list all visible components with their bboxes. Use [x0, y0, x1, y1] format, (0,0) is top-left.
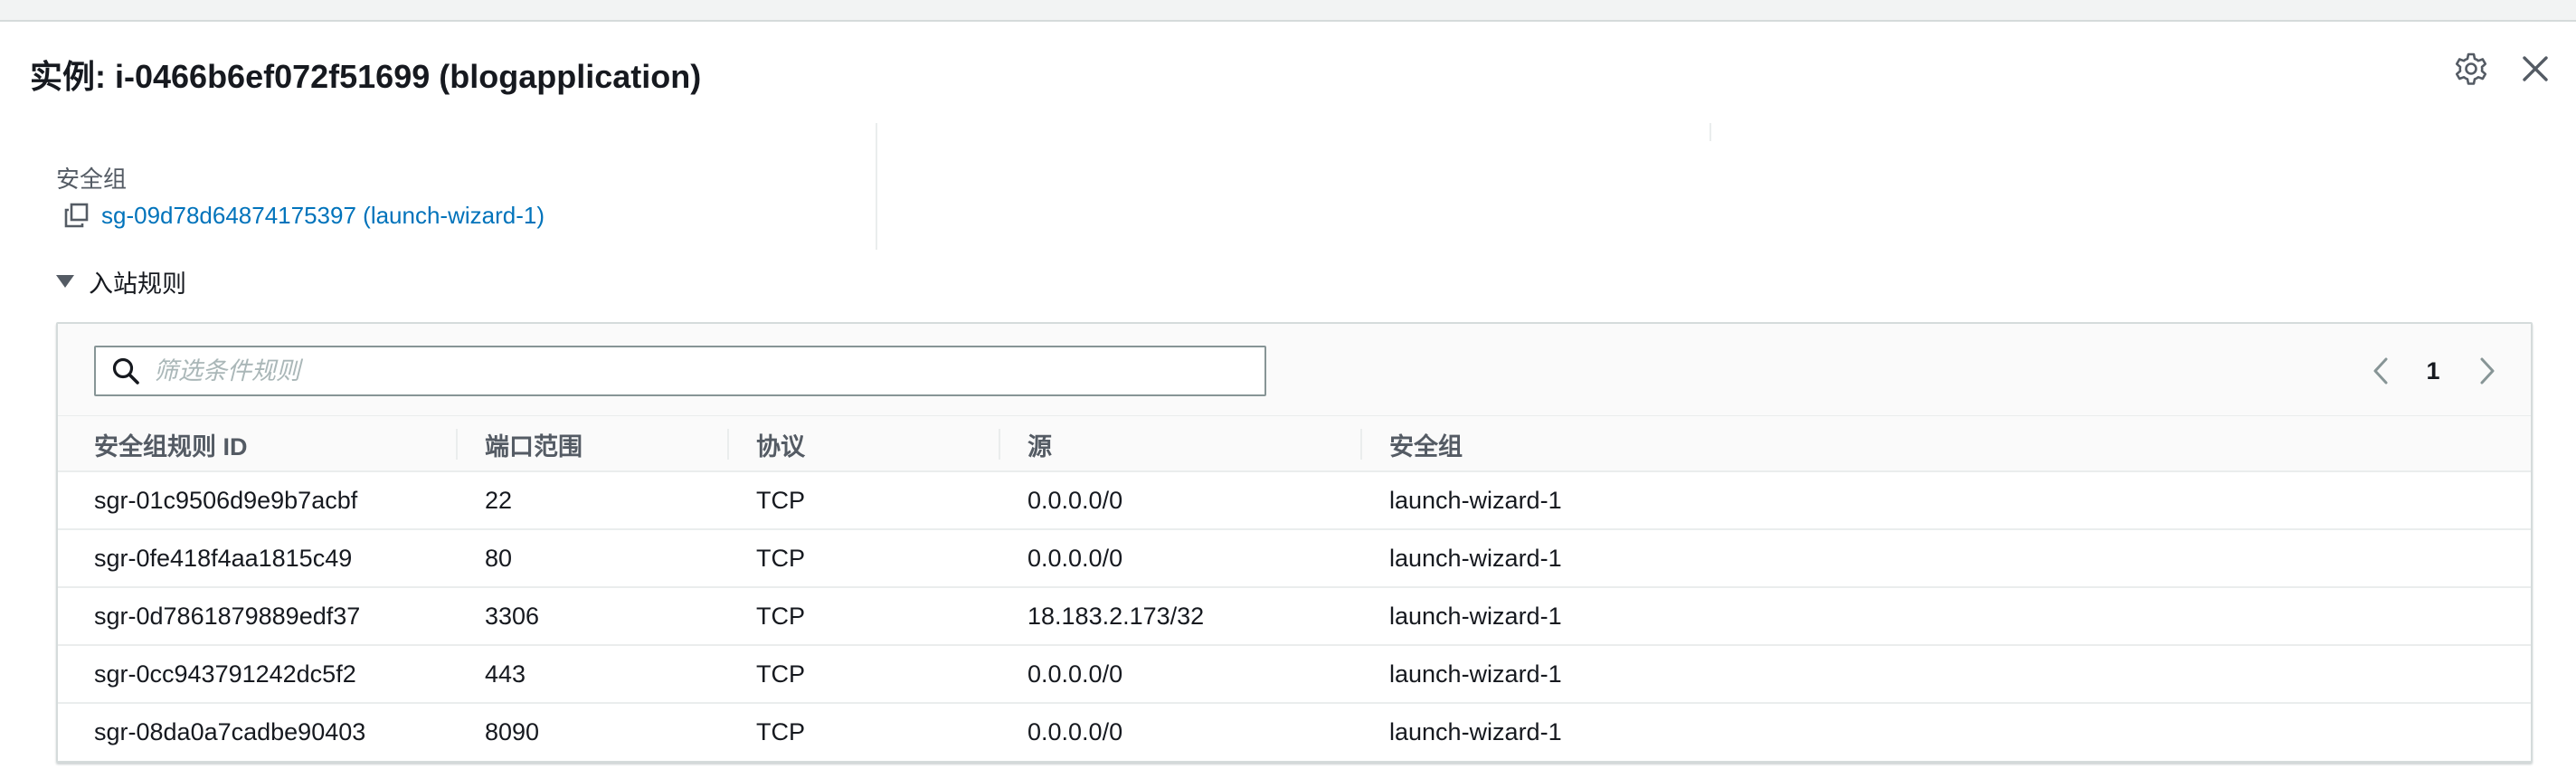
- port-range-cell: 80: [485, 544, 513, 572]
- rule-id-cell: sgr-0cc943791242dc5f2: [94, 660, 356, 688]
- port-range-cell: 8090: [485, 717, 540, 745]
- protocol-cell: TCP: [756, 602, 805, 630]
- table-row: sgr-0fe418f4aa1815c49 80 TCP 0.0.0.0/0 l…: [58, 530, 2531, 588]
- rule-id-cell: sgr-08da0a7cadbe90403: [94, 717, 366, 745]
- security-group-cell: launch-wizard-1: [1389, 602, 1562, 630]
- column-resizer[interactable]: [1360, 429, 1362, 460]
- column-header-protocol[interactable]: 协议: [756, 416, 805, 472]
- table-row: sgr-0d7861879889edf37 3306 TCP 18.183.2.…: [58, 588, 2531, 646]
- security-group-cell: launch-wizard-1: [1389, 544, 1562, 572]
- security-group-cell: launch-wizard-1: [1389, 717, 1562, 745]
- gear-icon: [2455, 52, 2487, 85]
- page-number[interactable]: 1: [2415, 347, 2451, 394]
- table-row: sgr-0cc943791242dc5f2 443 TCP 0.0.0.0/0 …: [58, 646, 2531, 704]
- source-cell: 0.0.0.0/0: [1028, 717, 1123, 745]
- column-header-rule-id[interactable]: 安全组规则 ID: [94, 416, 248, 472]
- inbound-rules-toggle[interactable]: 入站规则: [56, 266, 186, 298]
- table-header: 安全组规则 ID 端口范围 协议 源 安全组: [58, 416, 2531, 472]
- protocol-cell: TCP: [756, 660, 805, 688]
- prev-page-button[interactable]: [2366, 347, 2397, 394]
- port-range-cell: 443: [485, 660, 526, 688]
- copy-icon[interactable]: [63, 202, 90, 229]
- rule-id-cell: sgr-01c9506d9e9b7acbf: [94, 486, 358, 514]
- security-group-label: 安全组: [56, 166, 128, 193]
- settings-button[interactable]: [2453, 51, 2489, 87]
- column-resizer[interactable]: [999, 429, 1000, 460]
- column-header-port-range[interactable]: 端口范围: [485, 416, 582, 472]
- table-row: sgr-08da0a7cadbe90403 8090 TCP 0.0.0.0/0…: [58, 704, 2531, 762]
- top-strip: [0, 0, 2576, 22]
- rule-id-cell: sgr-0fe418f4aa1815c49: [94, 544, 353, 572]
- caret-down-icon: [56, 275, 74, 288]
- source-cell: 18.183.2.173/32: [1028, 602, 1205, 630]
- protocol-cell: TCP: [756, 717, 805, 745]
- security-group-cell: launch-wizard-1: [1389, 660, 1562, 688]
- page-title: 实例: i-0466b6ef072f51699 (blogapplication…: [30, 58, 702, 95]
- column-header-source[interactable]: 源: [1028, 416, 1052, 472]
- column-divider: [876, 123, 877, 250]
- chevron-right-icon: [2480, 357, 2495, 384]
- column-resizer[interactable]: [456, 429, 458, 460]
- source-cell: 0.0.0.0/0: [1028, 544, 1123, 572]
- chevron-left-icon: [2373, 357, 2388, 384]
- next-page-button[interactable]: [2471, 347, 2502, 394]
- inbound-rules-table: 1 安全组规则 ID 端口范围 协议 源 安全组 sgr-01c9506d9e9…: [56, 322, 2533, 763]
- table-row: sgr-01c9506d9e9b7acbf 22 TCP 0.0.0.0/0 l…: [58, 472, 2531, 530]
- protocol-cell: TCP: [756, 486, 805, 514]
- table-body: sgr-01c9506d9e9b7acbf 22 TCP 0.0.0.0/0 l…: [58, 472, 2531, 762]
- security-group-cell: launch-wizard-1: [1389, 486, 1562, 514]
- table-toolbar: 1: [58, 324, 2531, 416]
- protocol-cell: TCP: [756, 544, 805, 572]
- rule-id-cell: sgr-0d7861879889edf37: [94, 602, 361, 630]
- source-cell: 0.0.0.0/0: [1028, 660, 1123, 688]
- column-resizer[interactable]: [727, 429, 729, 460]
- port-range-cell: 22: [485, 486, 513, 514]
- inbound-rules-label: 入站规则: [89, 270, 186, 298]
- source-cell: 0.0.0.0/0: [1028, 486, 1123, 514]
- filter-rules-input[interactable]: [154, 356, 1239, 385]
- security-group-link[interactable]: sg-09d78d64874175397 (launch-wizard-1): [63, 199, 545, 232]
- filter-box[interactable]: [94, 346, 1266, 396]
- close-button[interactable]: [2517, 51, 2553, 87]
- column-header-security-group[interactable]: 安全组: [1389, 416, 1463, 472]
- port-range-cell: 3306: [485, 602, 540, 630]
- search-icon: [112, 357, 139, 384]
- close-icon: [2523, 56, 2548, 81]
- column-divider: [1709, 123, 1711, 141]
- security-group-link-text[interactable]: sg-09d78d64874175397 (launch-wizard-1): [101, 202, 545, 230]
